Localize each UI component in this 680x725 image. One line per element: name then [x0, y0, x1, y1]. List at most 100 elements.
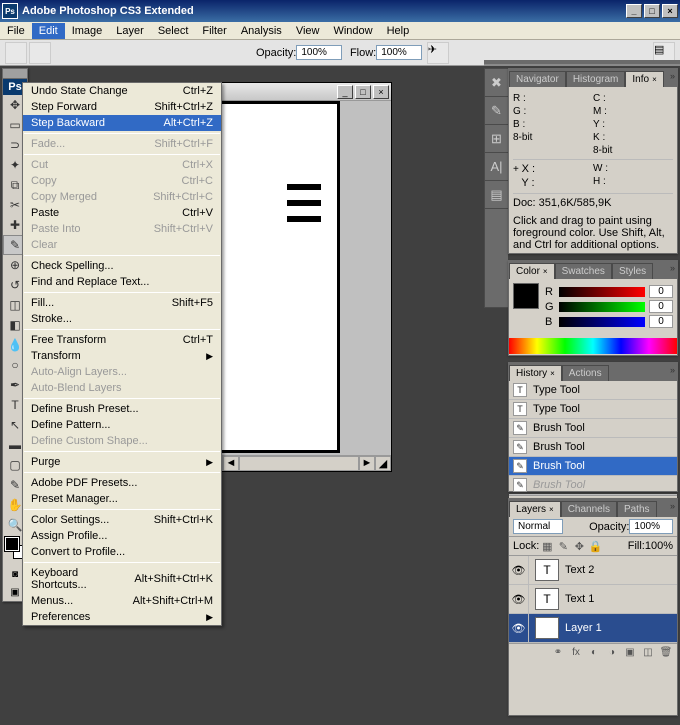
menu-select[interactable]: Select: [151, 23, 196, 39]
tab-histogram[interactable]: Histogram: [566, 71, 626, 87]
history-item[interactable]: ✎Brush Tool: [509, 476, 677, 495]
lock-all-icon[interactable]: 🔒: [588, 539, 602, 553]
close-button[interactable]: ×: [662, 4, 678, 18]
panel-menu-icon[interactable]: »: [670, 501, 675, 511]
visibility-icon[interactable]: 👁: [509, 556, 529, 584]
tab-paths[interactable]: Paths: [617, 501, 657, 517]
menu-item-check-spelling-[interactable]: Check Spelling...: [23, 258, 221, 274]
tab-color[interactable]: Color×: [509, 263, 555, 279]
menu-item-step-forward[interactable]: Step ForwardShift+Ctrl+Z: [23, 99, 221, 115]
menu-item-undo-state-change[interactable]: Undo State ChangeCtrl+Z: [23, 83, 221, 99]
toolbox-grip[interactable]: [3, 69, 27, 79]
menu-view[interactable]: View: [289, 23, 327, 39]
history-item[interactable]: TType Tool: [509, 381, 677, 400]
link-icon[interactable]: ⚭: [549, 644, 567, 661]
menu-file[interactable]: File: [0, 23, 32, 39]
history-item[interactable]: ✎Brush Tool: [509, 438, 677, 457]
collapsed-layercomp-icon[interactable]: ▤: [485, 181, 508, 209]
maximize-button[interactable]: □: [644, 4, 660, 18]
menu-image[interactable]: Image: [65, 23, 110, 39]
tab-styles[interactable]: Styles: [612, 263, 653, 279]
tab-layers[interactable]: Layers×: [509, 501, 561, 517]
history-item[interactable]: ✎Brush Tool: [509, 419, 677, 438]
b-value[interactable]: 0: [649, 315, 673, 328]
airbrush-icon[interactable]: ✈: [427, 42, 449, 64]
group-icon[interactable]: ▣: [621, 644, 639, 661]
g-slider[interactable]: [559, 302, 645, 312]
new-layer-icon[interactable]: ◫: [639, 644, 657, 661]
mask-icon[interactable]: ◐: [585, 644, 603, 661]
doc-close-button[interactable]: ×: [373, 85, 389, 99]
tab-channels[interactable]: Channels: [561, 501, 617, 517]
collapsed-clone-icon[interactable]: ⊞: [485, 125, 508, 153]
collapsed-brushes-icon[interactable]: ✎: [485, 97, 508, 125]
b-slider[interactable]: [559, 317, 645, 327]
trash-icon[interactable]: 🗑: [657, 644, 675, 661]
menu-item-assign-profile-[interactable]: Assign Profile...: [23, 528, 221, 544]
menu-item-menus-[interactable]: Menus...Alt+Shift+Ctrl+M: [23, 593, 221, 609]
menu-item-paste[interactable]: PasteCtrl+V: [23, 205, 221, 221]
menu-item-keyboard-shortcuts-[interactable]: Keyboard Shortcuts...Alt+Shift+Ctrl+K: [23, 565, 221, 593]
lock-pos-icon[interactable]: ✥: [572, 539, 586, 553]
menu-item-preset-manager-[interactable]: Preset Manager...: [23, 491, 221, 507]
r-value[interactable]: 0: [649, 285, 673, 298]
menu-item-stroke-[interactable]: Stroke...: [23, 311, 221, 327]
lock-trans-icon[interactable]: ▦: [540, 539, 554, 553]
scrollbar-h[interactable]: [239, 456, 359, 471]
menu-item-define-brush-preset-[interactable]: Define Brush Preset...: [23, 401, 221, 417]
collapsed-char-icon[interactable]: A|: [485, 153, 508, 181]
history-item[interactable]: ✎Brush Tool: [509, 457, 677, 476]
menu-item-free-transform[interactable]: Free TransformCtrl+T: [23, 332, 221, 348]
menu-item-convert-to-profile-[interactable]: Convert to Profile...: [23, 544, 221, 560]
menu-item-preferences[interactable]: Preferences▶: [23, 609, 221, 625]
fx-icon[interactable]: fx: [567, 644, 585, 661]
menu-item-purge[interactable]: Purge▶: [23, 454, 221, 470]
tab-swatches[interactable]: Swatches: [555, 263, 612, 279]
history-item[interactable]: TType Tool: [509, 400, 677, 419]
dock-grip[interactable]: [484, 60, 680, 66]
scroll-left-icon[interactable]: ◄: [223, 456, 239, 471]
minimize-button[interactable]: _: [626, 4, 642, 18]
brush-preset-icon[interactable]: [29, 42, 51, 64]
menu-window[interactable]: Window: [326, 23, 379, 39]
hue-bar[interactable]: [509, 338, 677, 354]
lock-paint-icon[interactable]: ✎: [556, 539, 570, 553]
layer-opacity-field[interactable]: 100%: [629, 519, 673, 534]
menu-edit[interactable]: Edit: [32, 23, 65, 39]
layer-row[interactable]: 👁Layer 1: [509, 614, 677, 643]
scroll-right-icon[interactable]: ►: [359, 456, 375, 471]
menu-item-fill-[interactable]: Fill...Shift+F5: [23, 295, 221, 311]
menu-item-step-backward[interactable]: Step BackwardAlt+Ctrl+Z: [23, 115, 221, 131]
menu-item-find-and-replace-text-[interactable]: Find and Replace Text...: [23, 274, 221, 290]
tool-preset-icon[interactable]: [5, 42, 27, 64]
panel-menu-icon[interactable]: »: [670, 71, 675, 81]
adjust-icon[interactable]: ◑: [603, 644, 621, 661]
menu-item-color-settings-[interactable]: Color Settings...Shift+Ctrl+K: [23, 512, 221, 528]
menu-item-define-pattern-[interactable]: Define Pattern...: [23, 417, 221, 433]
doc-minimize-button[interactable]: _: [337, 85, 353, 99]
g-value[interactable]: 0: [649, 300, 673, 313]
menu-item-adobe-pdf-presets-[interactable]: Adobe PDF Presets...: [23, 475, 221, 491]
resize-grip-icon[interactable]: ◢: [375, 456, 391, 471]
panel-menu-icon[interactable]: »: [670, 365, 675, 375]
visibility-icon[interactable]: 👁: [509, 614, 529, 642]
tab-navigator[interactable]: Navigator: [509, 71, 566, 87]
menu-filter[interactable]: Filter: [195, 23, 233, 39]
r-slider[interactable]: [559, 287, 645, 297]
color-fgbg-swatch[interactable]: [513, 283, 539, 309]
layer-row[interactable]: 👁TText 1: [509, 585, 677, 614]
collapsed-nav-icon[interactable]: ✖: [485, 69, 508, 97]
doc-maximize-button[interactable]: □: [355, 85, 371, 99]
menu-item-transform[interactable]: Transform▶: [23, 348, 221, 364]
opacity-field[interactable]: 100%: [296, 45, 342, 60]
tab-actions[interactable]: Actions: [562, 365, 609, 381]
panel-menu-icon[interactable]: »: [670, 263, 675, 273]
fg-color-swatch[interactable]: [5, 537, 19, 551]
visibility-icon[interactable]: 👁: [509, 585, 529, 613]
menu-analysis[interactable]: Analysis: [234, 23, 289, 39]
menu-layer[interactable]: Layer: [109, 23, 151, 39]
flow-field[interactable]: 100%: [376, 45, 422, 60]
blend-mode-select[interactable]: Normal: [513, 519, 563, 534]
layer-row[interactable]: 👁TText 2: [509, 556, 677, 585]
tab-history[interactable]: History×: [509, 365, 562, 381]
